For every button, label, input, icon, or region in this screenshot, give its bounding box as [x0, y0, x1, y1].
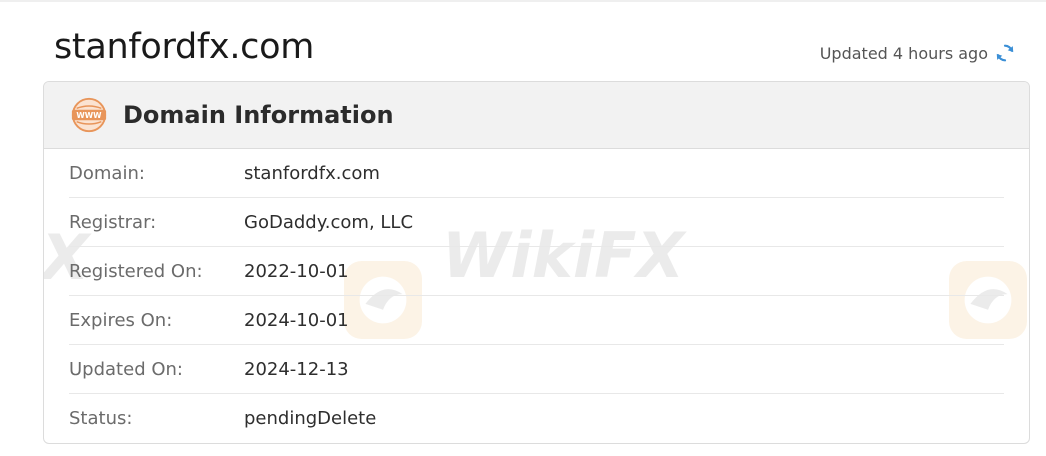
updated-status: Updated 4 hours ago: [820, 42, 1016, 64]
row-label: Status:: [69, 408, 133, 429]
updated-text: Updated 4 hours ago: [819, 43, 988, 63]
domain-info-table: WikiFX FX Domain: stanfordfx.com Registr…: [44, 149, 1029, 443]
row-label: Expires On:: [69, 309, 173, 331]
card-header: WWW Domain Information: [44, 82, 1029, 149]
row-value: 2024-12-13: [244, 358, 349, 380]
row-label: Updated On:: [69, 358, 183, 380]
row-value: 2022-10-01: [244, 260, 349, 282]
table-row-registrar: Registrar: GoDaddy.com, LLC: [69, 198, 1004, 247]
row-value: 2024-10-01: [244, 309, 349, 331]
row-label: Registrar:: [69, 211, 157, 233]
row-label: Registered On:: [69, 260, 203, 282]
www-globe-icon: WWW: [70, 96, 108, 134]
card-title: Domain Information: [123, 101, 394, 129]
table-row-expires-on: Expires On: 2024-10-01: [69, 296, 1004, 345]
row-value: GoDaddy.com, LLC: [244, 211, 414, 233]
table-row-status: Status: pendingDelete: [69, 394, 1004, 443]
row-value: stanfordfx.com: [244, 162, 380, 184]
top-divider: [0, 0, 1046, 2]
domain-information-card: WWW Domain Information WikiFX FX: [43, 81, 1030, 444]
table-row-registered-on: Registered On: 2022-10-01: [69, 247, 1004, 296]
page-title: stanfordfx.com: [54, 27, 315, 67]
row-label: Domain:: [69, 162, 145, 184]
svg-text:WWW: WWW: [76, 111, 102, 120]
row-value: pendingDelete: [244, 408, 377, 429]
table-row-updated-on: Updated On: 2024-12-13: [69, 345, 1004, 394]
refresh-icon[interactable]: [994, 42, 1016, 64]
domain-info-page: stanfordfx.com Updated 4 hours ago WWW D…: [0, 0, 1046, 456]
table-row-domain: Domain: stanfordfx.com: [69, 149, 1004, 198]
